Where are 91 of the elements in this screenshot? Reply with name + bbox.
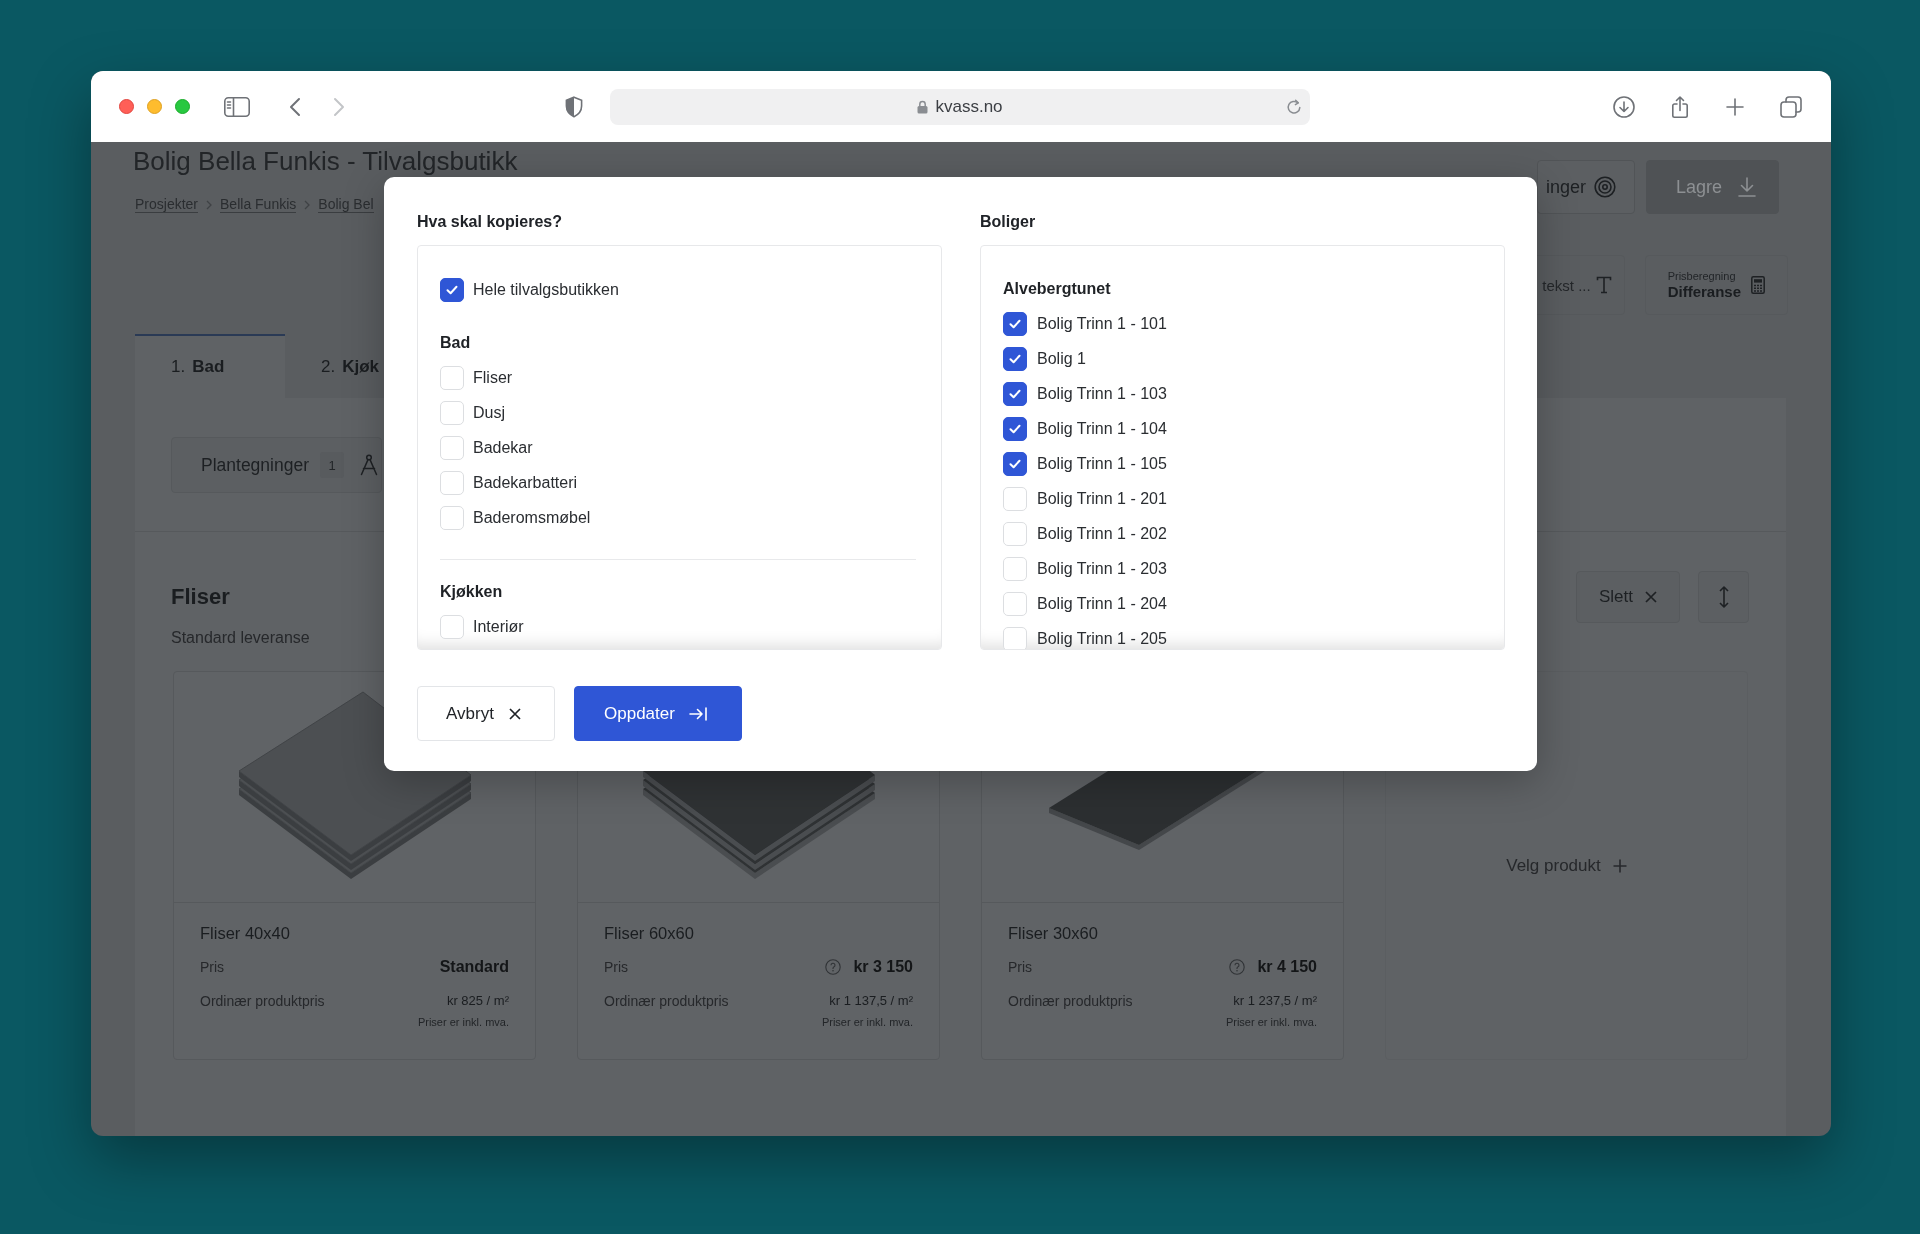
price-label: Pris — [604, 958, 629, 977]
checkbox-label: Bolig Trinn 1 - 205 — [1037, 629, 1167, 648]
chevron-icon — [206, 199, 213, 210]
checkbox-label: Interiør — [473, 617, 524, 636]
checkbox[interactable] — [1003, 451, 1027, 476]
checkbox[interactable] — [440, 277, 464, 302]
vat-note: Priser er inkl. mva. — [1225, 1015, 1317, 1029]
group-heading: Bad — [440, 333, 472, 353]
checkmark-icon — [1009, 353, 1021, 364]
ordinary-price: kr 1 137,5 / m² — [829, 992, 913, 1010]
minimize-window-icon[interactable] — [147, 99, 162, 114]
checkbox-label: Bolig 1 — [1037, 349, 1086, 368]
close-window-icon[interactable] — [119, 99, 134, 114]
compass-icon — [359, 454, 379, 476]
ordinary-price: kr 1 237,5 / m² — [1233, 992, 1317, 1010]
product-name: Fliser 40x40 — [200, 923, 291, 944]
calculator-icon — [1751, 276, 1765, 294]
lock-icon — [917, 99, 929, 114]
sort-icon — [1717, 586, 1730, 608]
tab[interactable]: 2. Kjøk — [285, 334, 384, 398]
dialog-section-title: Hva skal kopieres? — [417, 212, 563, 232]
share-icon[interactable] — [1671, 94, 1689, 119]
update-button[interactable]: Oppdater — [574, 686, 742, 741]
sidebar-icon[interactable] — [224, 96, 250, 117]
checkbox-label: Bolig Trinn 1 - 201 — [1037, 489, 1167, 508]
price-value: kr 3 150 — [853, 958, 913, 976]
checkbox-label: Bolig Trinn 1 - 204 — [1037, 594, 1167, 613]
tabs-icon[interactable] — [1780, 95, 1802, 118]
checkbox[interactable] — [1003, 416, 1027, 441]
delete-button[interactable]: Slett — [1576, 571, 1680, 623]
arrow-to-line-icon — [688, 706, 707, 721]
checkbox[interactable] — [1003, 311, 1027, 336]
close-icon — [508, 707, 521, 720]
price-label: Pris — [200, 958, 225, 977]
checkmark-icon — [446, 284, 458, 295]
back-icon[interactable] — [289, 96, 301, 117]
price-value: kr 4 150 — [1257, 958, 1317, 976]
sort-button[interactable] — [1698, 571, 1749, 623]
ordinary-price-label: Ordinær produktpris — [604, 992, 729, 1011]
url-text: kvass.no — [935, 96, 1003, 117]
price-calculation-select[interactable]: Prisberegning Differanse — [1644, 255, 1788, 315]
checkmark-icon — [1009, 318, 1021, 329]
group-heading: Kjøkken — [440, 582, 504, 602]
plus-icon — [1612, 858, 1627, 873]
vat-note: Priser er inkl. mva. — [417, 1015, 509, 1029]
checkbox-label: Bolig Trinn 1 - 104 — [1037, 419, 1167, 438]
ordinary-price-label: Ordinær produktpris — [200, 992, 325, 1011]
product-name: Fliser 30x60 — [1008, 923, 1099, 944]
download-icon — [1738, 177, 1756, 197]
zoom-window-icon[interactable] — [175, 99, 190, 114]
checkmark-icon — [1009, 423, 1021, 434]
price-value: Standard — [439, 958, 509, 976]
checkbox-label: Baderomsmøbel — [473, 508, 591, 527]
checkbox-label: Bolig Trinn 1 - 203 — [1037, 559, 1167, 578]
page-title: Bolig Bella Funkis - Tilvalgsbutikk — [133, 146, 518, 176]
reload-icon[interactable] — [1286, 98, 1302, 115]
new-tab-icon[interactable] — [1726, 97, 1744, 116]
checkbox-label: Bolig Trinn 1 - 101 — [1037, 314, 1167, 333]
checkmark-icon — [1009, 388, 1021, 399]
checkbox[interactable] — [1003, 381, 1027, 406]
checkbox-label: Hele tilvalgsbutikken — [473, 280, 619, 299]
checkbox-label: Fliser — [473, 368, 513, 387]
chevron-icon — [304, 199, 311, 210]
text-icon — [1595, 276, 1612, 294]
cancel-button[interactable]: Avbryt — [417, 686, 555, 741]
checkbox-label: Badekar — [473, 438, 533, 457]
vat-note: Priser er inkl. mva. — [821, 1015, 913, 1029]
tab[interactable]: 1. Bad — [135, 334, 285, 398]
section-subtitle: Standard leveranse — [171, 628, 310, 648]
address-bar[interactable]: kvass.no — [610, 88, 1310, 125]
dialog-section-title: Boliger — [980, 212, 1037, 232]
checkbox-label: Bolig Trinn 1 - 103 — [1037, 384, 1167, 403]
download-icon[interactable] — [1613, 95, 1635, 118]
help-icon[interactable] — [1229, 959, 1246, 975]
price-label: Pris — [1008, 958, 1033, 977]
group-heading: Alvebergtunet — [1003, 279, 1112, 299]
checkbox-label: Badekarbatteri — [473, 473, 578, 492]
checkbox-label: Dusj — [473, 403, 505, 422]
close-icon — [1645, 591, 1657, 603]
toolbar-button[interactable]: inger — [1536, 160, 1635, 214]
ordinary-price-label: Ordinær produktpris — [1008, 992, 1133, 1011]
target-icon — [1593, 176, 1616, 198]
checkbox-label: Bolig Trinn 1 - 202 — [1037, 524, 1167, 543]
ordinary-price: kr 825 / m² — [446, 992, 509, 1010]
shield-icon[interactable] — [565, 95, 583, 118]
help-icon[interactable] — [825, 959, 842, 975]
product-name: Fliser 60x60 — [604, 923, 695, 944]
checkbox-label: Bolig Trinn 1 - 105 — [1037, 454, 1167, 473]
section-title: Fliser — [171, 584, 231, 610]
checkbox[interactable] — [1003, 346, 1027, 371]
checkmark-icon — [1009, 458, 1021, 469]
